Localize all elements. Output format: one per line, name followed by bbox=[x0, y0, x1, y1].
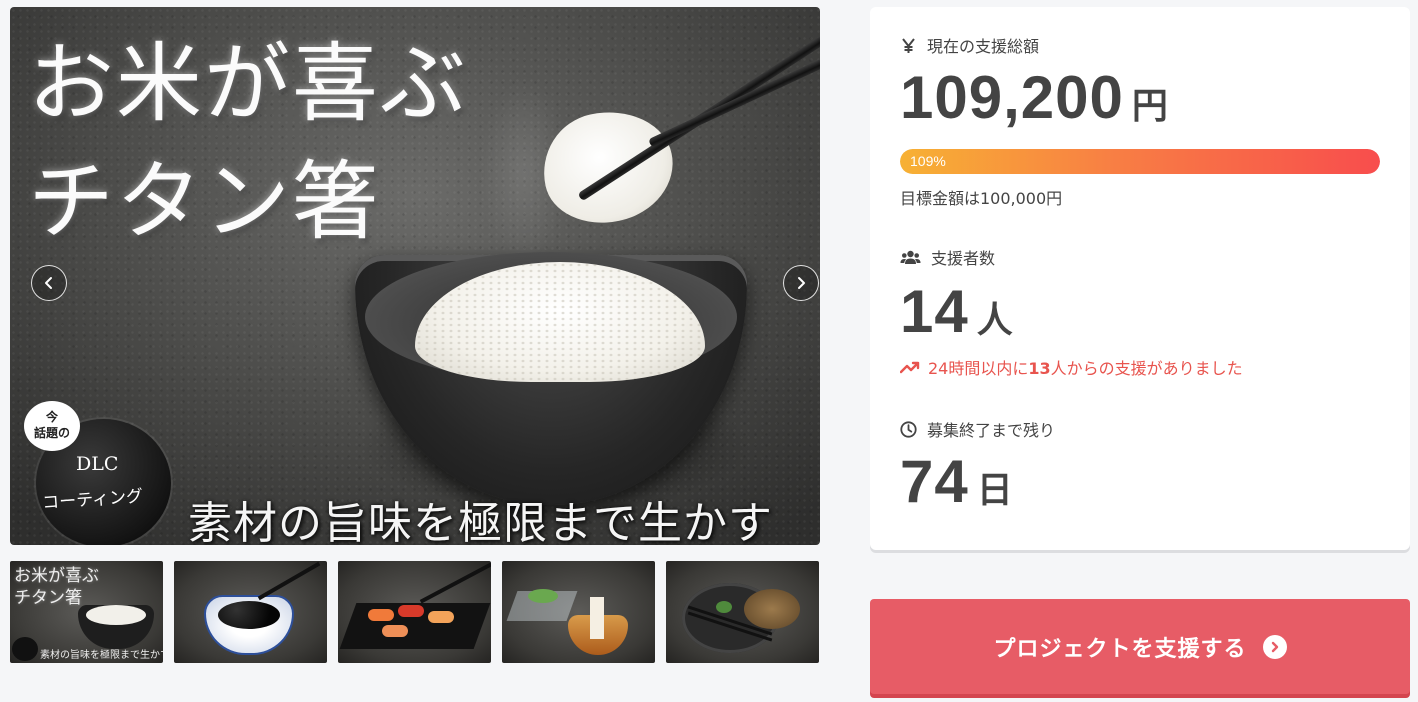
support-button-label: プロジェクトを支援する bbox=[993, 636, 1247, 662]
headline-line-2: チタン箸 bbox=[28, 152, 380, 252]
chevron-left-icon bbox=[45, 277, 52, 289]
backers-count: 14 人 bbox=[900, 277, 1014, 346]
remaining-days: 74 日 bbox=[900, 447, 1014, 516]
thumb-tagline: 素材の旨味を極限まで生かす bbox=[40, 650, 163, 661]
thumbnail-1[interactable]: お米が喜ぶ チタン箸 素材の旨味を極限まで生かす bbox=[10, 561, 163, 663]
bubble-line-2: 話題の bbox=[33, 426, 70, 440]
funding-amount: 109,200 円 bbox=[900, 63, 1169, 132]
trend-suffix: 人からの支援がありました bbox=[1050, 359, 1243, 378]
funding-amount-value: 109,200 bbox=[900, 64, 1124, 131]
yen-icon bbox=[902, 37, 915, 53]
thumbnail-label: お米が喜ぶ チタン箸 bbox=[14, 565, 99, 609]
backers-count-value: 14 bbox=[900, 278, 969, 345]
trend-count: 13 bbox=[1028, 359, 1051, 378]
carousel-next-button[interactable] bbox=[783, 265, 819, 301]
thumbnail-5[interactable] bbox=[666, 561, 819, 663]
circle-arrow-right-icon bbox=[1262, 634, 1287, 659]
image-tagline: 素材の旨味を極限まで生かす bbox=[188, 498, 773, 545]
backers-label-text: 支援者数 bbox=[931, 249, 996, 268]
thumbnail-3[interactable] bbox=[338, 561, 491, 663]
remaining-days-value: 74 bbox=[900, 448, 969, 515]
carousel-prev-button[interactable] bbox=[31, 265, 67, 301]
recent-backers-trend: 24時間以内に13人からの支援がありました bbox=[900, 355, 1243, 379]
chevron-right-icon bbox=[798, 277, 805, 289]
funding-progress-bar: 109% bbox=[900, 149, 1380, 174]
thumbnail-strip: お米が喜ぶ チタン箸 素材の旨味を極限まで生かす bbox=[10, 561, 820, 663]
backers-unit: 人 bbox=[976, 299, 1014, 340]
funding-unit: 円 bbox=[1131, 85, 1169, 126]
main-project-image: お米が喜ぶ チタン箸 今 話題の DLC コーティング 素材の旨味を極限まで生か… bbox=[10, 7, 820, 545]
funding-label: 現在の支援総額 bbox=[900, 33, 1039, 57]
trending-up-icon bbox=[900, 361, 920, 374]
progress-fill: 109% bbox=[900, 149, 1380, 174]
headline-line-1: お米が喜ぶ bbox=[28, 34, 468, 134]
image-headline: お米が喜ぶ チタン箸 bbox=[28, 25, 468, 261]
trend-prefix: 24時間以内に bbox=[928, 359, 1029, 378]
users-icon bbox=[900, 250, 921, 264]
goal-text: 目標金額は100,000円 bbox=[900, 189, 1063, 208]
remaining-unit: 日 bbox=[976, 469, 1014, 510]
thumbnail-2[interactable] bbox=[174, 561, 327, 663]
support-project-button[interactable]: プロジェクトを支援する bbox=[870, 599, 1410, 694]
funding-stats-card: 現在の支援総額 109,200 円 109% 目標金額は100,000円 支援者… bbox=[870, 7, 1410, 550]
thumb-line-1: お米が喜ぶ bbox=[14, 566, 99, 586]
remaining-label-text: 募集終了まで残り bbox=[927, 421, 1056, 440]
dlc-bubble: 今 話題の bbox=[24, 401, 80, 451]
bubble-line-1: 今 bbox=[45, 410, 58, 424]
backers-label: 支援者数 bbox=[900, 245, 995, 269]
thumbnail-4[interactable] bbox=[502, 561, 655, 663]
remaining-label: 募集終了まで残り bbox=[900, 417, 1055, 441]
clock-icon bbox=[900, 420, 917, 438]
trend-text: 24時間以内に13人からの支援がありました bbox=[928, 355, 1243, 379]
dlc-title: DLC bbox=[76, 453, 119, 475]
funding-label-text: 現在の支援総額 bbox=[927, 37, 1040, 56]
